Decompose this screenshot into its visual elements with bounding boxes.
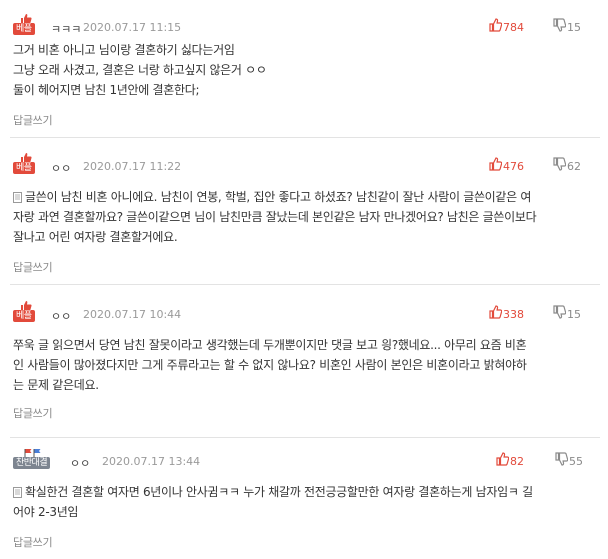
thumbs-up-icon [489, 157, 502, 171]
reply-link[interactable]: 답글쓰기 [13, 112, 53, 128]
downvote-button[interactable]: 62 [553, 157, 593, 173]
comment-line: 둘이 헤어지면 남친 1년안에 결혼한다; [13, 83, 200, 97]
thumbs-up-icon [496, 452, 509, 466]
comment-line: 확실한건 결혼할 여자면 6년이나 안사귐ㅋㅋ 누가 채갈까 전전긍긍할만한 여… [25, 485, 533, 499]
upvote-button[interactable]: 82 [496, 452, 536, 468]
comment-line: 는 문제 같은데요. [13, 378, 99, 392]
comment-date: 2020.07.17 10:44 [83, 308, 182, 321]
downvote-button[interactable]: 15 [553, 18, 593, 34]
badge-label: 베플 [13, 23, 35, 35]
downvote-count: 62 [567, 160, 581, 173]
comment-header: 베플 ㅇㅇ 2020.07.17 11:22 476 62 [13, 153, 598, 176]
comment-date: 2020.07.17 11:22 [83, 160, 182, 173]
thumbs-down-icon [555, 452, 568, 466]
comment-line: 글쓴이 남친 비혼 아니에요. 남친이 연봉, 학벌, 집안 좋다고 하셨죠? … [25, 190, 532, 204]
comment-line: 인 사람들이 많아졌다지만 그게 주류라고는 할 수 없지 않나요? 비혼인 사… [13, 358, 527, 372]
comment-header: 베플 ㅇㅇ 2020.07.17 10:44 338 15 [13, 301, 598, 324]
best-badge: 베플 [13, 301, 39, 323]
upvote-button[interactable]: 476 [489, 157, 539, 173]
comment-body: 쭈욱 글 읽으면서 당연 남친 잘못이라고 생각했는데 두개뿐이지만 댓글 보고… [13, 335, 598, 395]
thumbs-up-icon [489, 18, 502, 32]
upvote-count: 784 [503, 21, 524, 34]
comment-section: { "reply_label": "답글쓰기", "comments": [ {… [0, 0, 608, 559]
downvote-button[interactable]: 55 [555, 452, 595, 468]
best-badge: 베플 [13, 14, 39, 36]
comment-line: 쭈욱 글 읽으면서 당연 남친 잘못이라고 생각했는데 두개뿐이지만 댓글 보고… [13, 338, 527, 352]
comment-body: 확실한건 결혼할 여자면 6년이나 안사귐ㅋㅋ 누가 채갈까 전전긍긍할만한 여… [13, 482, 598, 522]
thumbs-down-icon [553, 18, 566, 32]
reply-link[interactable]: 답글쓰기 [13, 405, 53, 421]
best-badge: 베플 [13, 153, 39, 175]
comment-author[interactable]: ㅇㅇ [51, 160, 71, 176]
badge-label: 찬반대결 [13, 457, 51, 469]
comment-line: 그거 비혼 아니고 님이랑 결혼하기 싫다는거임 [13, 43, 235, 57]
comment-divider [10, 284, 600, 285]
thumbs-down-icon [553, 305, 566, 319]
comment-author[interactable]: ㅋㅋㅋ [51, 21, 81, 37]
upvote-button[interactable]: 784 [489, 18, 539, 34]
comment-date: 2020.07.17 11:15 [83, 21, 182, 34]
comment-line: 어야 2-3년임 [13, 505, 79, 519]
downvote-button[interactable]: 15 [553, 305, 593, 321]
downvote-count: 15 [567, 308, 581, 321]
reply-link[interactable]: 답글쓰기 [13, 259, 53, 275]
comment-divider [10, 437, 600, 438]
upvote-button[interactable]: 338 [489, 305, 539, 321]
comment-line: 잘나고 어린 여자랑 결혼할거에요. [13, 230, 178, 244]
comment-line: 자랑 과연 결혼할까요? 글쓴이같으면 님이 남친만큼 잘났는데 본인같은 남자… [13, 210, 537, 224]
document-icon [13, 192, 22, 203]
thumbs-up-icon [489, 305, 502, 319]
comment-line: 그냥 오래 사겼고, 결혼은 너랑 하고싶지 않은거 ㅇㅇ [13, 63, 267, 77]
badge-label: 베플 [13, 310, 35, 322]
comment-body: 글쓴이 남친 비혼 아니에요. 남친이 연봉, 학벌, 집안 좋다고 하셨죠? … [13, 187, 598, 247]
comment-body: 그거 비혼 아니고 님이랑 결혼하기 싫다는거임 그냥 오래 사겼고, 결혼은 … [13, 40, 598, 100]
comment-author[interactable]: ㅇㅇ [51, 308, 71, 324]
comment-divider [10, 137, 600, 138]
upvote-count: 338 [503, 308, 524, 321]
reply-link[interactable]: 답글쓰기 [13, 534, 53, 550]
comment-header: 베플 ㅋㅋㅋ 2020.07.17 11:15 784 15 [13, 14, 598, 37]
badge-label: 베플 [13, 162, 35, 174]
upvote-count: 82 [510, 455, 524, 468]
upvote-count: 476 [503, 160, 524, 173]
versus-badge: 찬반대결 [13, 449, 57, 470]
downvote-count: 15 [567, 21, 581, 34]
downvote-count: 55 [569, 455, 583, 468]
comment-date: 2020.07.17 13:44 [102, 455, 201, 468]
comment-header: 찬반대결 ㅇㅇ 2020.07.17 13:44 82 55 [13, 449, 598, 471]
comment-author[interactable]: ㅇㅇ [70, 455, 90, 471]
document-icon [13, 487, 22, 498]
thumbs-down-icon [553, 157, 566, 171]
